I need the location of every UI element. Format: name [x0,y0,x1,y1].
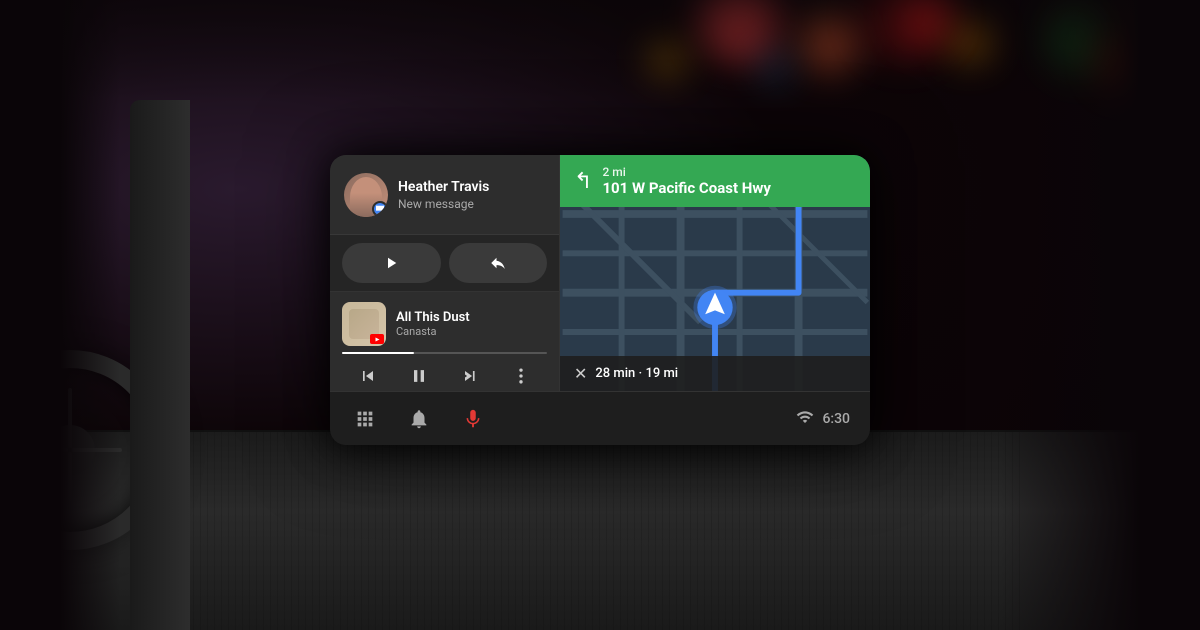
signal-icon [796,408,814,430]
screen-display: Heather Travis New message [330,155,870,445]
top-vignette [0,0,1200,100]
a-pillar [130,100,190,630]
notifications-button[interactable] [404,404,434,434]
music-info-row: All This Dust Canasta [342,302,547,346]
song-title: All This Dust [396,310,547,325]
message-text: Heather Travis New message [398,178,545,210]
eta-text: 28 min · 19 mi [595,366,678,381]
sender-name: Heather Travis [398,178,545,196]
left-panel: Heather Travis New message [330,155,560,391]
signal-strength-icon [796,408,814,426]
apps-button[interactable] [350,404,380,434]
turn-indicator: ↰ 2 mi 101 W Pacific Coast Hwy [560,155,870,207]
music-card[interactable]: All This Dust Canasta [330,292,559,391]
reply-icon [489,254,507,272]
skip-back-button[interactable] [354,362,382,390]
time-display: 6:30 [822,411,850,427]
reply-buttons-row [330,235,559,292]
turn-text: 2 mi 101 W Pacific Coast Hwy [602,165,856,197]
message-card[interactable]: Heather Travis New message [330,155,559,235]
skip-forward-button[interactable] [456,362,484,390]
pause-button[interactable] [405,362,433,390]
more-options-icon [511,366,531,386]
message-badge [372,201,388,217]
music-progress-fill [342,352,414,354]
skip-forward-icon [460,366,480,386]
music-controls [342,360,547,391]
status-bar: 6:30 [796,408,850,430]
eta-bar: ✕ 28 min · 19 mi [560,356,870,391]
avatar [344,173,388,217]
music-text: All This Dust Canasta [396,310,547,338]
pause-icon [409,366,429,386]
message-icon [376,205,384,213]
turn-street: 101 W Pacific Coast Hwy [602,179,856,197]
music-progress-bar[interactable] [342,352,547,354]
mic-button[interactable] [458,404,488,434]
turn-distance: 2 mi [602,165,856,179]
bottom-nav: 6:30 [330,391,870,445]
eta-minutes: 28 min [595,366,635,381]
play-button[interactable] [342,243,441,283]
bell-icon [408,408,430,430]
apps-icon [354,408,376,430]
turn-arrow-icon: ↰ [574,169,592,194]
infotainment-screen: Heather Travis New message [330,155,870,445]
more-options-button[interactable] [507,362,535,390]
close-route-icon[interactable]: ✕ [574,364,587,383]
map-panel[interactable]: ↰ 2 mi 101 W Pacific Coast Hwy ✕ 28 min … [560,155,870,391]
play-icon [382,254,400,272]
album-art [342,302,386,346]
skip-back-icon [358,366,378,386]
song-artist: Canasta [396,325,547,338]
youtube-icon [372,336,382,343]
youtube-badge [370,334,384,344]
screen-content: Heather Travis New message [330,155,870,391]
reply-button[interactable] [449,243,548,283]
mic-icon [462,408,484,430]
message-type: New message [398,197,545,211]
nav-icons [350,404,488,434]
eta-miles: 19 mi [645,366,678,381]
